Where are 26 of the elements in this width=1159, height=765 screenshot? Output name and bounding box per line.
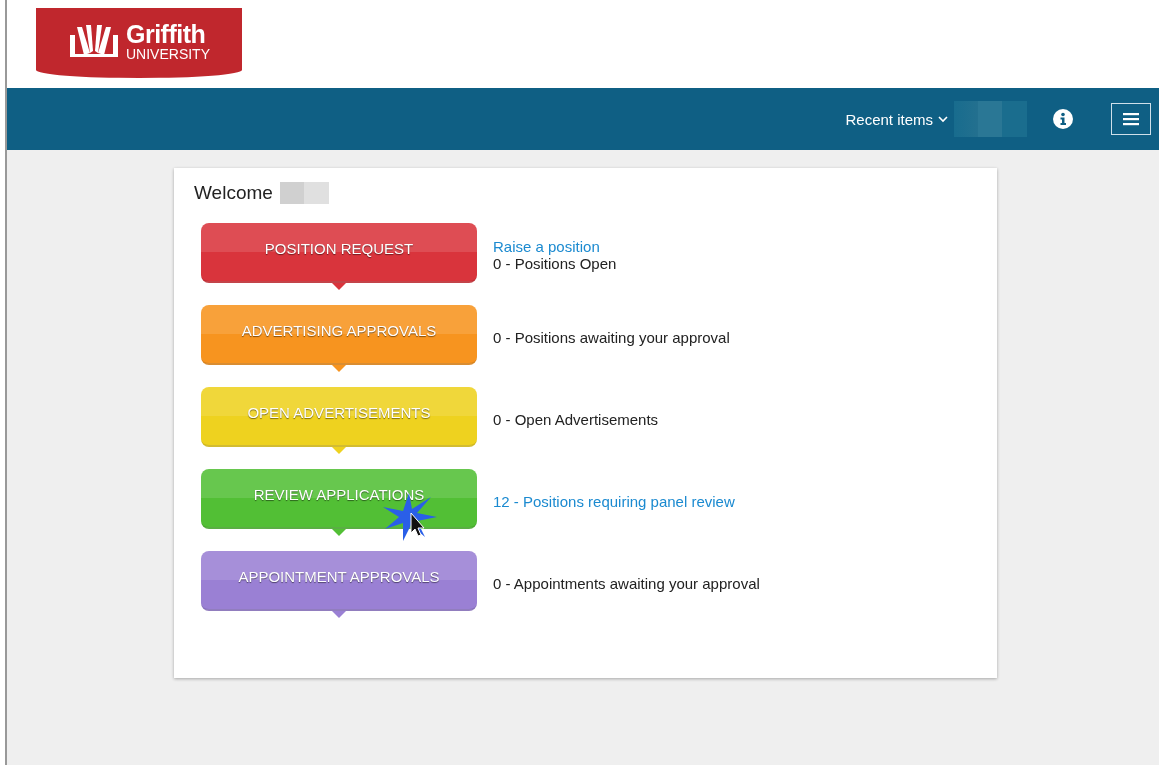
recent-items-dropdown[interactable]: Recent items (845, 110, 948, 128)
tile-tail (332, 529, 346, 536)
dashboard-tile[interactable]: REVIEW APPLICATIONS (201, 469, 477, 529)
university-logo[interactable]: Griffith UNIVERSITY (36, 8, 242, 78)
dashboard-tile[interactable]: ADVERTISING APPROVALS (201, 305, 477, 365)
menu-icon (1123, 112, 1139, 126)
info-icon[interactable] (1053, 109, 1073, 129)
dashboard-tile[interactable]: APPOINTMENT APPROVALS (201, 551, 477, 611)
tile-tail (332, 365, 346, 372)
info-link[interactable]: 12 - Positions requiring panel review (493, 492, 735, 510)
logo-subtitle: UNIVERSITY (126, 46, 210, 61)
status-text: 0 - Positions Open (493, 255, 617, 272)
info-link[interactable]: Raise a position (493, 238, 617, 255)
status-text: 0 - Open Advertisements (493, 410, 659, 428)
chevron-down-icon (938, 115, 948, 123)
book-icon (68, 23, 120, 59)
tile-tail (332, 611, 346, 618)
status-text: 0 - Positions awaiting your approval (493, 328, 730, 346)
blurred-user-name (279, 182, 329, 204)
tile-tail (332, 283, 346, 290)
tile-tail (332, 447, 346, 454)
logo-wordmark: Griffith (126, 21, 207, 47)
dashboard-tile[interactable]: POSITION REQUEST (201, 223, 477, 283)
welcome-text: Welcome (194, 182, 273, 204)
status-text: 0 - Appointments awaiting your approval (493, 574, 760, 592)
menu-button[interactable] (1111, 103, 1151, 135)
